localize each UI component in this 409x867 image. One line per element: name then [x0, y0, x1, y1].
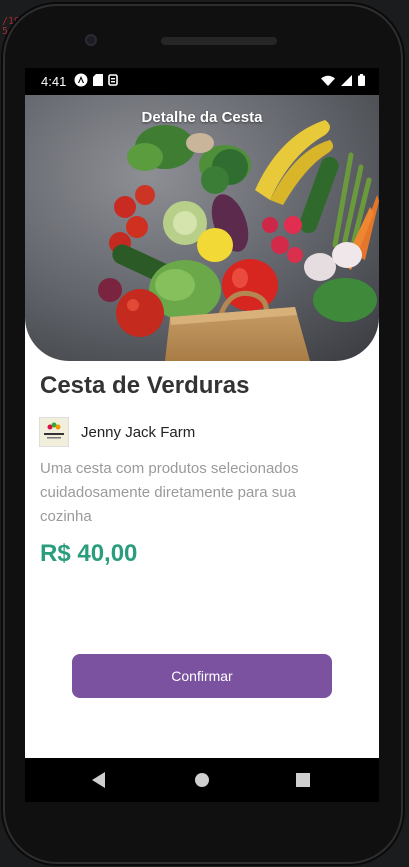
sd-card-icon: [93, 74, 104, 89]
signal-icon: [341, 74, 352, 89]
screen-title: Detalhe da Cesta: [141, 109, 263, 126]
hero-produce-image: Detalhe da Cesta: [25, 95, 379, 361]
back-icon[interactable]: [88, 769, 110, 791]
recents-icon[interactable]: [292, 769, 314, 791]
battery-icon: [358, 74, 365, 89]
product-description: Uma cesta com produtos selecionados cuid…: [40, 460, 299, 525]
wifi-icon: [321, 75, 335, 89]
front-camera: [85, 34, 97, 46]
android-icon: [74, 73, 88, 90]
status-time: 4:41: [41, 74, 67, 89]
produce-illustration: [25, 95, 379, 361]
farm-name: Jenny Jack Farm: [81, 423, 196, 441]
farm-logo: [39, 417, 69, 447]
android-nav-bar: [25, 758, 379, 802]
app-screen: 4:41 Detalhe da Cesta Cesta de Verduras …: [25, 68, 379, 758]
earpiece-speaker: [161, 37, 277, 45]
status-bar: 4:41: [25, 68, 379, 95]
confirm-button[interactable]: Confirmar: [72, 654, 332, 698]
farm-info[interactable]: Jenny Jack Farm: [39, 417, 195, 447]
product-title: Cesta de Verduras: [40, 372, 250, 399]
product-price: R$ 40,00: [40, 540, 138, 567]
storage-icon: [108, 74, 119, 89]
home-icon[interactable]: [191, 769, 213, 791]
